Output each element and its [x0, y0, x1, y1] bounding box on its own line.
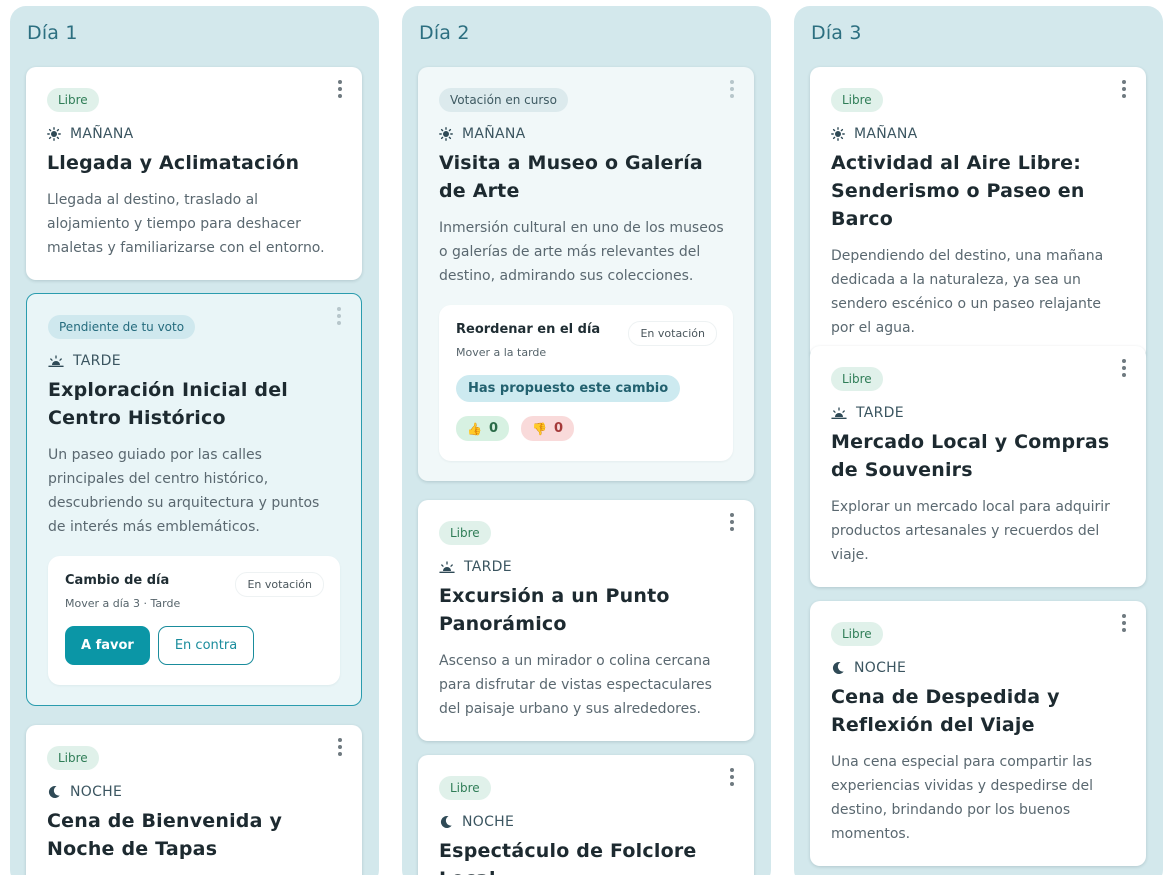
status-badge: Libre: [831, 367, 883, 391]
activity-card[interactable]: Libre TARDE Excursión a un Punto Panorám…: [418, 500, 754, 741]
sun-icon: [47, 127, 61, 141]
proposed-by-you-tag: Has propuesto este cambio: [456, 375, 681, 402]
activity-title: Exploración Inicial del Centro Histórico: [48, 379, 288, 429]
status-badge: Votación en curso: [439, 88, 568, 112]
status-badge: Libre: [439, 521, 491, 545]
sun-icon: [439, 127, 453, 141]
day-column-1: Día 1 Libre MAÑANA Llegada y Aclimatació…: [10, 6, 379, 875]
upvote-count[interactable]: 👍 0: [456, 416, 509, 441]
status-badge: Libre: [47, 88, 99, 112]
proposal-status-badge: En votación: [235, 572, 324, 597]
activity-card[interactable]: Votación en curso MAÑANA Visita a Museo …: [418, 67, 754, 481]
time-label: TARDE: [464, 559, 512, 575]
moon-icon: [832, 661, 844, 674]
time-label: TARDE: [856, 405, 904, 421]
activity-description: Dependiendo del destino, una mañana dedi…: [831, 248, 1104, 336]
proposal-subtitle: Mover a la tarde: [456, 346, 547, 359]
vote-against-button[interactable]: En contra: [157, 626, 255, 665]
more-options-icon[interactable]: [1118, 614, 1130, 632]
activity-card[interactable]: Pendiente de tu voto TARDE Exploración I…: [26, 293, 362, 706]
day-title: Día 3: [811, 22, 862, 44]
time-label: NOCHE: [854, 660, 907, 676]
activity-card[interactable]: Libre TARDE Mercado Local y Compras de S…: [810, 346, 1146, 587]
activity-card[interactable]: Libre NOCHE Espectáculo de Folclore Loca…: [418, 755, 754, 875]
more-options-icon[interactable]: [333, 307, 345, 325]
activity-title: Mercado Local y Compras de Souvenirs: [831, 431, 1110, 481]
time-slot: MAÑANA: [47, 126, 341, 142]
sunset-icon: [831, 407, 847, 420]
moon-icon: [440, 815, 452, 828]
activity-description: Una cena especial para compartir las exp…: [831, 754, 1094, 842]
itinerary-board: Día 1 Libre MAÑANA Llegada y Aclimatació…: [0, 0, 1171, 875]
moon-icon: [48, 785, 60, 798]
more-options-icon[interactable]: [726, 513, 738, 531]
time-label: NOCHE: [462, 814, 515, 830]
downvote-count[interactable]: 👎 0: [521, 416, 574, 441]
status-badge: Libre: [47, 746, 99, 770]
activity-title: Visita a Museo o Galería de Arte: [439, 152, 703, 202]
activity-title: Llegada y Aclimatación: [47, 152, 300, 174]
thumbs-down-icon: 👎: [532, 421, 547, 436]
change-proposal: Reordenar en el día Mover a la tarde En …: [439, 305, 733, 461]
sunset-icon: [48, 355, 64, 368]
proposal-status-badge: En votación: [628, 321, 717, 346]
status-badge: Libre: [439, 776, 491, 800]
proposal-subtitle: Mover a día 3 · Tarde: [65, 597, 181, 610]
day-column-3: Día 3 Libre MAÑANA Actividad al Aire Lib…: [794, 6, 1163, 875]
activity-title: Excursión a un Punto Panorámico: [439, 585, 670, 635]
activity-description: Explorar un mercado local para adquirir …: [831, 499, 1110, 563]
day-title: Día 2: [419, 22, 470, 44]
activity-title: Cena de Bienvenida y Noche de Tapas: [47, 810, 283, 860]
more-options-icon[interactable]: [334, 80, 346, 98]
sunset-icon: [439, 561, 455, 574]
activity-card[interactable]: Libre MAÑANA Actividad al Aire Libre: Se…: [810, 67, 1146, 360]
time-slot: MAÑANA: [439, 126, 733, 142]
more-options-icon[interactable]: [726, 768, 738, 786]
activity-title: Cena de Despedida y Reflexión del Viaje: [831, 686, 1060, 736]
time-slot: NOCHE: [47, 784, 341, 800]
activity-description: Un paseo guiado por las calles principal…: [48, 447, 320, 535]
activity-card[interactable]: Libre MAÑANA Llegada y Aclimatación Lleg…: [26, 67, 362, 280]
day-title: Día 1: [27, 22, 78, 44]
time-slot: NOCHE: [831, 660, 1125, 676]
time-slot: MAÑANA: [831, 126, 1125, 142]
status-badge: Libre: [831, 622, 883, 646]
time-label: MAÑANA: [70, 126, 134, 142]
thumbs-up-icon: 👍: [467, 421, 482, 436]
activity-description: Llegada al destino, traslado al alojamie…: [47, 192, 325, 256]
time-slot: NOCHE: [439, 814, 733, 830]
activity-card[interactable]: Libre NOCHE Cena de Bienvenida y Noche d…: [26, 725, 362, 875]
vote-favor-button[interactable]: A favor: [65, 626, 150, 665]
change-proposal: Cambio de día Mover a día 3 · Tarde En v…: [48, 556, 340, 685]
activity-card[interactable]: Libre NOCHE Cena de Despedida y Reflexió…: [810, 601, 1146, 866]
sun-icon: [831, 127, 845, 141]
time-label: TARDE: [73, 353, 121, 369]
activity-description: Inmersión cultural en uno de los museos …: [439, 220, 724, 284]
time-label: NOCHE: [70, 784, 123, 800]
activity-title: Actividad al Aire Libre: Senderismo o Pa…: [831, 152, 1085, 230]
time-slot: TARDE: [831, 405, 1125, 421]
more-options-icon[interactable]: [1118, 80, 1130, 98]
day-column-2: Día 2 Votación en curso MAÑANA Visita a …: [402, 6, 771, 875]
status-badge: Pendiente de tu voto: [48, 315, 196, 339]
time-slot: TARDE: [48, 353, 340, 369]
activity-description: Ascenso a un mirador o colina cercana pa…: [439, 653, 712, 717]
more-options-icon[interactable]: [726, 80, 738, 98]
status-badge: Libre: [831, 88, 883, 112]
activity-title: Espectáculo de Folclore Local: [439, 840, 697, 875]
time-label: MAÑANA: [854, 126, 918, 142]
more-options-icon[interactable]: [1118, 359, 1130, 377]
time-slot: TARDE: [439, 559, 733, 575]
time-label: MAÑANA: [462, 126, 526, 142]
more-options-icon[interactable]: [334, 738, 346, 756]
